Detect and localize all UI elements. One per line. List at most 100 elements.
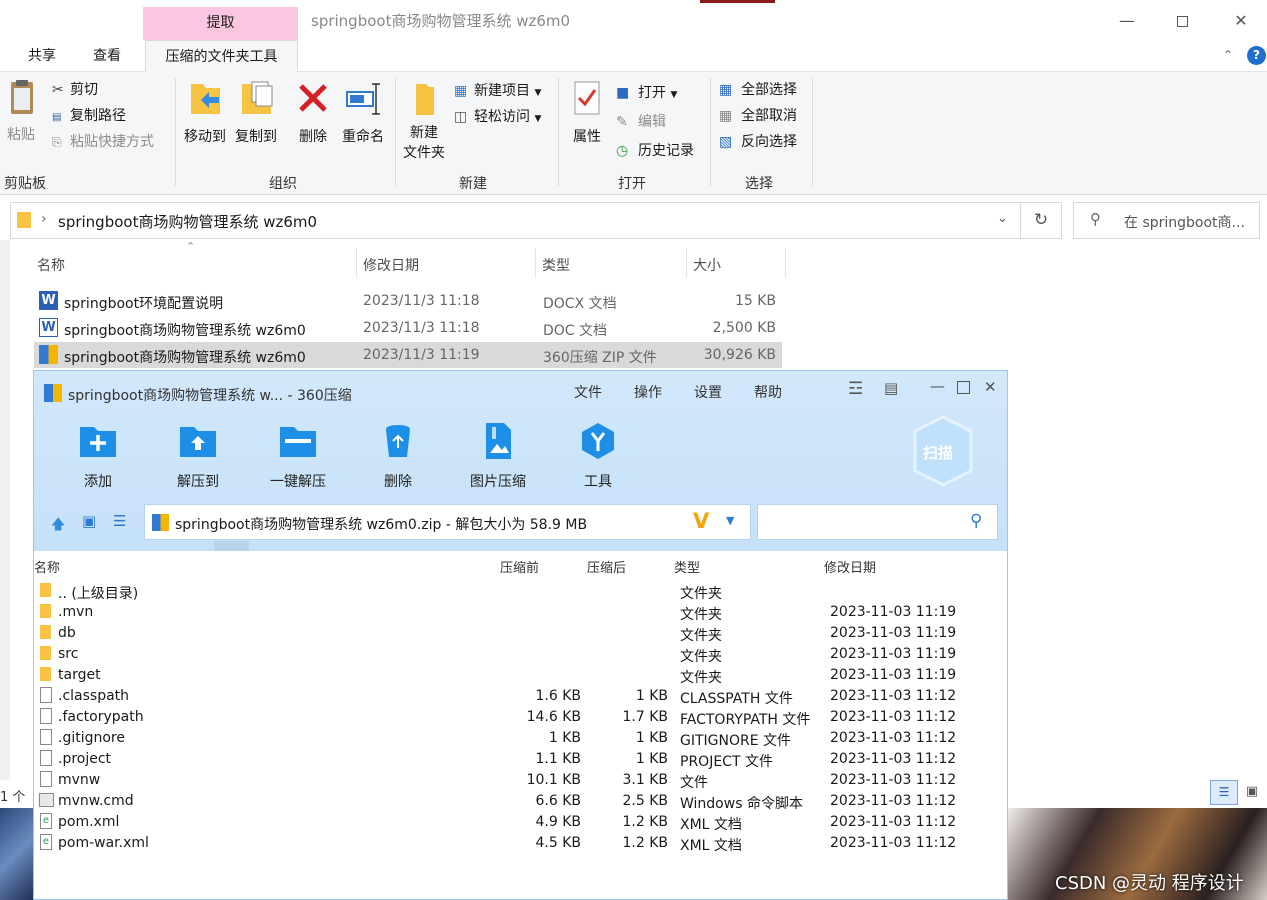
- maximize-button[interactable]: [1167, 8, 1197, 34]
- zip-close-button[interactable]: ✕: [984, 378, 997, 396]
- menu-file[interactable]: 文件: [574, 382, 602, 402]
- large-icons-view-button[interactable]: ▣: [1240, 780, 1264, 805]
- zip-item-name: .. (上级目录): [58, 586, 139, 602]
- refresh-icon: ↻: [1033, 210, 1049, 230]
- tools-button[interactable]: 工具: [558, 421, 638, 491]
- window-edge-accent: [700, 0, 775, 3]
- column-separator[interactable]: [356, 248, 357, 278]
- column-separator[interactable]: [535, 248, 536, 278]
- chevron-down-icon: ▼: [534, 88, 542, 98]
- column-type[interactable]: 类型: [542, 255, 570, 275]
- menu-operate[interactable]: 操作: [634, 382, 662, 402]
- zip-list-item[interactable]: .project 1.1 KB 1 KB PROJECT 文件 2023-11-03 1…: [34, 748, 1007, 770]
- search-icon[interactable]: ⚲: [970, 511, 982, 531]
- file-row[interactable]: W springboot商场购物管理系统 wz6m0 2023/11/3 11:…: [34, 315, 782, 341]
- zip-list-item[interactable]: mvnw.cmd 6.6 KB 2.5 KB Windows 命令脚本 2023-11-…: [34, 790, 1007, 812]
- zip-minimize-button[interactable]: —: [930, 377, 945, 395]
- new-item-button[interactable]: ▦ 新建项目 ▼: [454, 80, 541, 100]
- zip-list-item[interactable]: target 文件夹 2023-11-03 11:19: [34, 664, 1007, 686]
- history-button[interactable]: ◷ 历史记录: [616, 140, 694, 160]
- feedback-icon[interactable]: ▤: [884, 379, 898, 397]
- copy-path-button[interactable]: ▤ 复制路径: [52, 105, 126, 125]
- extract-to-button[interactable]: 解压到: [158, 421, 238, 491]
- new-folder-button[interactable]: 新建 文件夹: [401, 78, 447, 162]
- zip-list-item[interactable]: db 文件夹 2023-11-03 11:19: [34, 622, 1007, 644]
- validate-v-icon[interactable]: V: [693, 509, 709, 533]
- help-icon[interactable]: ?: [1247, 46, 1266, 65]
- word-docx-icon: W: [39, 291, 58, 310]
- extract-to-label: 解压到: [177, 474, 219, 490]
- zip-column-name[interactable]: 名称: [34, 557, 60, 576]
- zip-search-box[interactable]: ⚲: [757, 504, 998, 540]
- tab-view[interactable]: 查看: [93, 40, 121, 72]
- select-none-button[interactable]: ▦ 全部取消: [719, 105, 797, 125]
- collapse-ribbon-icon[interactable]: ⌃: [1223, 48, 1233, 62]
- tab-share[interactable]: 共享: [28, 40, 56, 72]
- zip-item-type: GITIGNORE 文件: [680, 733, 792, 749]
- nav-pane-edge: [0, 240, 10, 780]
- one-click-extract-button[interactable]: 一键解压: [258, 421, 338, 491]
- zip-list-item[interactable]: .gitignore 1 KB 1 KB GITIGNORE 文件 2023-11-03…: [34, 727, 1007, 749]
- refresh-button[interactable]: ↻: [1021, 202, 1062, 239]
- zip-address-bar[interactable]: springboot商场购物管理系统 wz6m0.zip - 解包大小为 58.…: [144, 504, 751, 540]
- scan-button[interactable]: 扫描: [912, 415, 974, 487]
- zip-item-name: src: [58, 646, 79, 662]
- list-view-icon[interactable]: ☰: [113, 512, 126, 530]
- edit-button[interactable]: ✎ 编辑: [616, 111, 666, 131]
- details-view-button[interactable]: ☰: [1210, 780, 1238, 805]
- rename-button[interactable]: 重命名: [338, 78, 388, 146]
- easy-access-button[interactable]: ◫ 轻松访问 ▼: [454, 106, 541, 126]
- select-all-button[interactable]: ▦ 全部选择: [719, 79, 797, 99]
- image-compress-button[interactable]: 图片压缩: [458, 421, 538, 491]
- zip-list-item[interactable]: src 文件夹 2023-11-03 11:19: [34, 643, 1007, 665]
- up-folder-icon[interactable]: 🡅: [51, 514, 65, 538]
- zip-delete-button[interactable]: 删除: [358, 421, 438, 491]
- column-separator[interactable]: [686, 248, 687, 278]
- copy-to-button[interactable]: 复制到: [231, 78, 281, 146]
- column-size[interactable]: 大小: [693, 255, 721, 275]
- add-button[interactable]: 添加: [58, 421, 138, 491]
- zip-list-item[interactable]: .mvn 文件夹 2023-11-03 11:19: [34, 601, 1007, 623]
- column-date[interactable]: 修改日期: [363, 255, 419, 275]
- skin-shirt-icon[interactable]: ☲: [848, 379, 863, 399]
- zip-column-type[interactable]: 类型: [674, 557, 700, 576]
- paste-button[interactable]: 粘贴: [4, 78, 42, 143]
- minimize-button[interactable]: —: [1112, 8, 1142, 34]
- tab-compressed-folder-tools[interactable]: 压缩的文件夹工具: [145, 40, 298, 73]
- close-button[interactable]: ✕: [1226, 8, 1256, 34]
- file-row-selected[interactable]: springboot商场购物管理系统 wz6m0 2023/11/3 11:19…: [34, 342, 782, 368]
- zip-column-date[interactable]: 修改日期: [824, 557, 876, 576]
- invert-selection-button[interactable]: ▧ 反向选择: [719, 131, 797, 151]
- zip-list-item[interactable]: .classpath 1.6 KB 1 KB CLASSPATH 文件 2023-11-…: [34, 685, 1007, 707]
- menu-help[interactable]: 帮助: [754, 382, 782, 402]
- zip-maximize-button[interactable]: [957, 381, 970, 394]
- delete-button[interactable]: 删除: [294, 78, 332, 146]
- zip-list-item[interactable]: mvnw 10.1 KB 3.1 KB 文件 2023-11-03 11:12: [34, 769, 1007, 791]
- address-bar[interactable]: › springboot商场购物管理系统 wz6m0 ⌄: [10, 202, 1021, 239]
- move-to-button[interactable]: 移动到: [180, 78, 230, 146]
- zip-list-item[interactable]: .. (上级目录) 文件夹: [34, 580, 1007, 602]
- address-dropdown-icon[interactable]: ▼: [726, 514, 734, 527]
- group-organize-label: 组织: [269, 176, 297, 192]
- properties-label: 属性: [573, 129, 601, 145]
- zip-list-item[interactable]: .factorypath 14.6 KB 1.7 KB FACTORYPATH 文件 2…: [34, 706, 1007, 728]
- column-name[interactable]: 名称: [37, 255, 65, 275]
- thumbnail-view-icon[interactable]: ▣: [82, 512, 96, 530]
- paste-shortcut-button[interactable]: ⎘ 粘贴快捷方式: [52, 131, 154, 151]
- zip-item-name: target: [58, 667, 101, 683]
- search-box[interactable]: ⚲ 在 springboot商...: [1073, 202, 1260, 239]
- menu-settings[interactable]: 设置: [694, 382, 722, 402]
- zip-column-after[interactable]: 压缩后: [587, 557, 626, 576]
- properties-button[interactable]: 属性: [566, 78, 608, 146]
- zip-list-item[interactable]: e pom.xml 4.9 KB 1.2 KB XML 文档 2023-11-03 11:…: [34, 811, 1007, 833]
- address-dropdown-icon[interactable]: ⌄: [997, 211, 1008, 226]
- zip-column-before[interactable]: 压缩前: [500, 557, 539, 576]
- open-dropdown-button[interactable]: ■ 打开 ▼: [616, 82, 677, 102]
- file-row[interactable]: W springboot环境配置说明 2023/11/3 11:18 DOCX …: [34, 288, 782, 314]
- file-name: springboot商场购物管理系统 wz6m0: [64, 350, 306, 366]
- column-separator[interactable]: [785, 248, 786, 278]
- cut-button[interactable]: ✂ 剪切: [52, 79, 98, 99]
- extract-context-tab[interactable]: 提取: [143, 7, 298, 40]
- zip-list-item[interactable]: e pom-war.xml 4.5 KB 1.2 KB XML 文档 2023-11-03…: [34, 832, 1007, 854]
- properties-icon: [574, 81, 600, 115]
